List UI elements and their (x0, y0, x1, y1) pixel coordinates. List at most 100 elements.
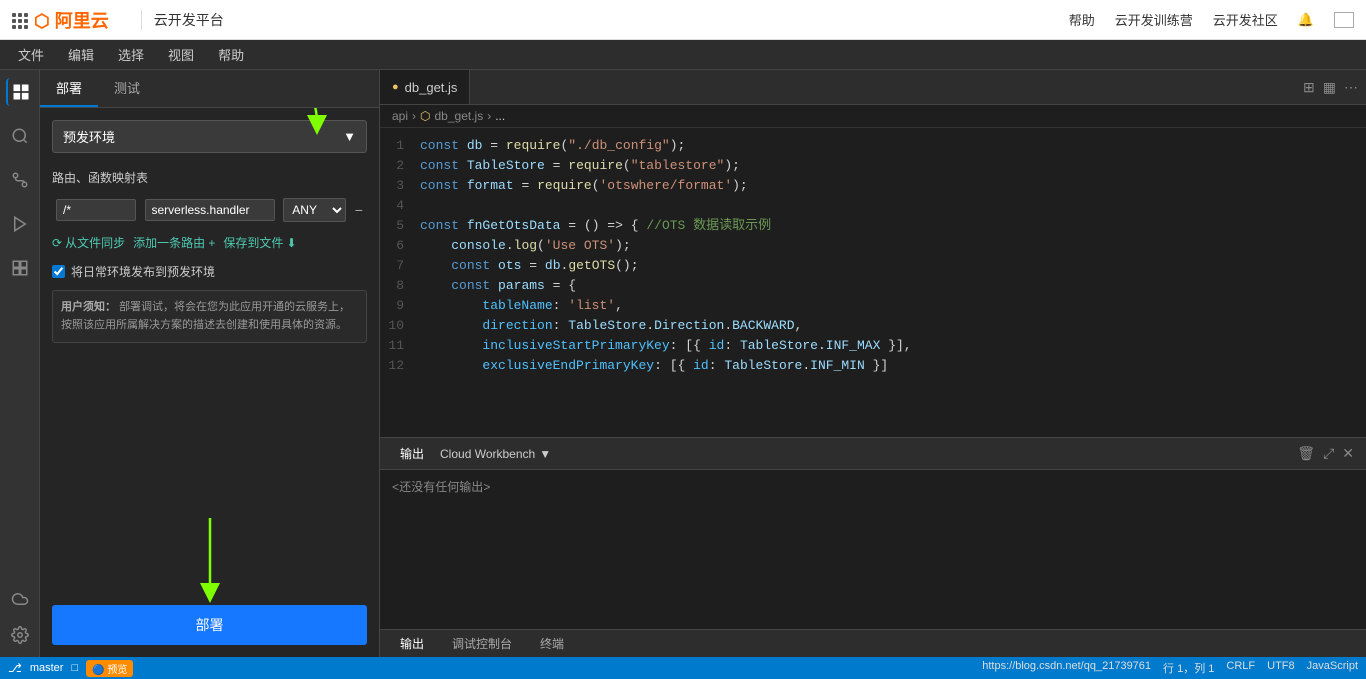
activity-bar-bottom (6, 585, 34, 649)
nav-community[interactable]: 云开发社区 (1213, 10, 1278, 29)
sync-icon: ⟳ (52, 236, 62, 250)
code-line-3: 3 const format = require('otswhere/forma… (380, 176, 1366, 196)
breadcrumb-current[interactable]: ... (495, 109, 505, 123)
deploy-button[interactable]: 部署 (52, 605, 367, 645)
activity-explorer-icon[interactable] (6, 78, 34, 106)
activity-settings-icon[interactable] (6, 621, 34, 649)
code-line-7: 7 const ots = db.getOTS(); (380, 256, 1366, 276)
route-method-cell: ANY GET POST (279, 194, 350, 226)
preview-icon: 🔵 (92, 665, 104, 676)
status-link[interactable]: https://blog.csdn.net/qq_21739761 (982, 660, 1151, 676)
menu-bar: 文件 编辑 选择 视图 帮助 (0, 40, 1366, 70)
editor-tab-actions: ⊞ ▦ ⋯ (1303, 79, 1366, 96)
language-mode[interactable]: JavaScript (1307, 660, 1358, 676)
workbench-label: Cloud Workbench (440, 447, 535, 461)
menu-help[interactable]: 帮助 (208, 41, 254, 68)
save-to-file-btn[interactable]: 保存到文件 ⬇ (223, 234, 296, 251)
tab-test[interactable]: 测试 (98, 70, 156, 107)
menu-select[interactable]: 选择 (108, 41, 154, 68)
code-line-10: 10 direction: TableStore.Direction.BACKW… (380, 316, 1366, 336)
route-path-input[interactable] (56, 199, 136, 221)
code-editor[interactable]: 1 const db = require("./db_config"); 2 c… (380, 128, 1366, 437)
output-tab-actions: 🗑 ⤢ ✕ (1297, 445, 1358, 462)
route-actions: ⟳ 从文件同步 添加一条路由 + 保存到文件 ⬇ (52, 234, 367, 251)
route-path-cell (52, 194, 141, 226)
output-content: <还没有任何输出> (380, 470, 1366, 629)
menu-view[interactable]: 视图 (158, 41, 204, 68)
top-nav-right: 帮助 云开发训练营 云开发社区 🔔 (1069, 10, 1354, 29)
maximize-panel-icon[interactable]: ⤢ (1323, 445, 1334, 462)
line-ending[interactable]: CRLF (1226, 660, 1255, 676)
activity-cloud-icon[interactable] (6, 585, 34, 613)
close-panel-icon[interactable]: ✕ (1342, 445, 1354, 462)
logo: ⬡ 阿里云 (12, 7, 109, 33)
workbench-dropdown-arrow: ▼ (539, 447, 551, 461)
route-row: ANY GET POST − (52, 194, 367, 226)
route-delete-cell: − (351, 194, 367, 226)
status-separator: □ (71, 662, 78, 674)
activity-extensions-icon[interactable] (6, 254, 34, 282)
activity-git-icon[interactable] (6, 166, 34, 194)
route-handler-cell (141, 194, 280, 226)
bottom-tab-output[interactable]: 输出 (388, 631, 436, 656)
notice-box: 用户须知： 部署调试，将会在您为此应用开通的云服务上，按照该应用所属解决方案的描… (52, 290, 367, 343)
nav-help[interactable]: 帮助 (1069, 10, 1095, 29)
layout-icon[interactable]: ▦ (1323, 79, 1336, 96)
tab-deploy[interactable]: 部署 (40, 70, 98, 107)
more-actions-icon[interactable]: ⋯ (1344, 79, 1358, 96)
route-method-select[interactable]: ANY GET POST (283, 198, 346, 222)
dropdown-arrow-icon: ▼ (343, 129, 356, 144)
bottom-tab-terminal[interactable]: 终端 (528, 631, 576, 656)
env-dropdown[interactable]: 预发环境 ▼ (52, 120, 367, 153)
code-line-5: 5 const fnGetOtsData = () => { //OTS 数据读… (380, 216, 1366, 236)
notice-label: 用户须知： (61, 301, 116, 313)
breadcrumb-api[interactable]: api (392, 109, 408, 123)
env-publish-checkbox-row: 将日常环境发布到预发环境 (52, 263, 367, 280)
code-line-12: 12 exclusiveEndPrimaryKey: [{ id: TableS… (380, 356, 1366, 376)
js-file-icon: ● (392, 81, 399, 93)
editor-tab-dbgetjs[interactable]: ● db_get.js (380, 70, 470, 104)
branch-name[interactable]: master (30, 662, 64, 674)
menu-file[interactable]: 文件 (8, 41, 54, 68)
route-handler-input[interactable] (145, 199, 275, 221)
code-line-8: 8 const params = { (380, 276, 1366, 296)
tab-filename: db_get.js (405, 80, 458, 95)
editor-tab-bar: ● db_get.js ⊞ ▦ ⋯ (380, 70, 1366, 105)
editor-area: ● db_get.js ⊞ ▦ ⋯ api › ⬡ db_get.js › ..… (380, 70, 1366, 657)
deploy-btn-container: 部署 (40, 593, 379, 657)
grid-icon (12, 13, 26, 27)
git-branch-icon: ⎇ (8, 661, 22, 675)
output-tabs: 输出 Cloud Workbench ▼ 🗑 ⤢ ✕ (380, 438, 1366, 470)
activity-search-icon[interactable] (6, 122, 34, 150)
add-route-btn[interactable]: 添加一条路由 + (133, 234, 215, 251)
output-tab-output[interactable]: 输出 (388, 441, 436, 466)
breadcrumb-filename[interactable]: db_get.js (435, 109, 484, 123)
activity-bar (0, 70, 40, 657)
platform-title: 云开发平台 (154, 10, 224, 30)
split-editor-icon[interactable]: ⊞ (1303, 79, 1315, 96)
activity-debug-icon[interactable] (6, 210, 34, 238)
bell-icon[interactable]: 🔔 (1298, 12, 1314, 28)
clear-output-icon[interactable]: 🗑 (1297, 445, 1315, 462)
status-bar: ⎇ master □ 🔵 预览 https://blog.csdn.net/qq… (0, 657, 1366, 679)
menu-edit[interactable]: 编辑 (58, 41, 104, 68)
aliyun-logo-icon: ⬡ 阿里云 (34, 7, 109, 33)
route-delete-icon[interactable]: − (355, 202, 363, 218)
sidebar-content: 预发环境 ▼ 路由、函数映射表 (40, 108, 379, 593)
code-line-1: 1 const db = require("./db_config"); (380, 136, 1366, 156)
save-icon: ⬇ (286, 236, 296, 250)
code-line-4: 4 (380, 196, 1366, 216)
breadcrumb-sep2: › (487, 109, 491, 123)
charset[interactable]: UTF8 (1267, 660, 1295, 676)
window-control[interactable] (1334, 12, 1354, 28)
cursor-position[interactable]: 行 1，列 1 (1163, 660, 1214, 676)
bottom-tab-debug[interactable]: 调试控制台 (440, 631, 524, 656)
code-line-11: 11 inclusiveStartPrimaryKey: [{ id: Tabl… (380, 336, 1366, 356)
sync-from-file-btn[interactable]: ⟳ 从文件同步 (52, 234, 125, 251)
status-bar-left: ⎇ master □ 🔵 预览 (8, 660, 133, 677)
bottom-tabs: 输出 调试控制台 终端 (380, 629, 1366, 657)
nav-divider (141, 10, 142, 30)
nav-training[interactable]: 云开发训练营 (1115, 10, 1193, 29)
env-publish-checkbox[interactable] (52, 265, 65, 278)
output-workbench-dropdown[interactable]: Cloud Workbench ▼ (440, 447, 551, 461)
